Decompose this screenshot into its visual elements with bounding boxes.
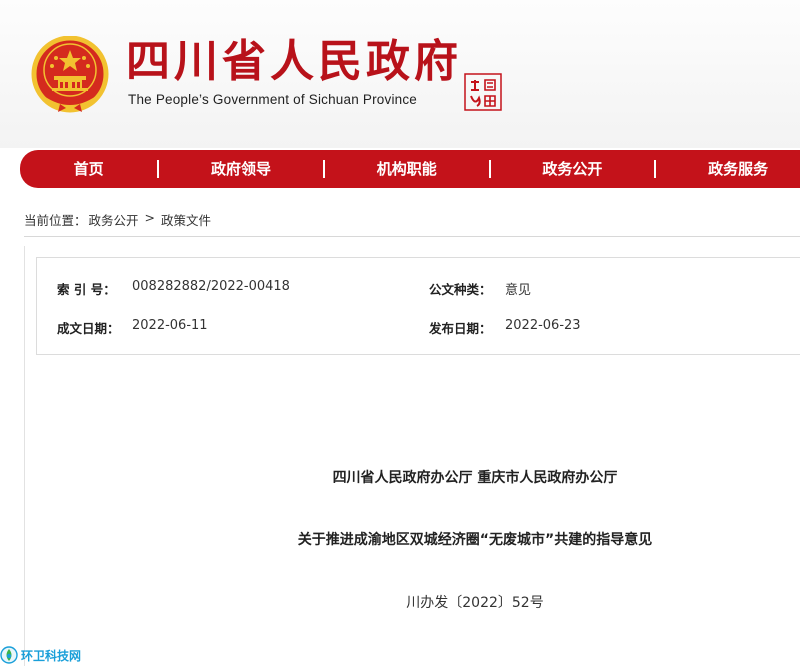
watermark-text: 环卫科技网 [21,648,82,663]
breadcrumb-link-policy-docs[interactable]: 政策文件 [161,210,211,229]
nav-item-leaders[interactable]: 政府领导 [159,150,323,188]
watermark-logo-icon [0,646,18,664]
meta-type-label: 公文种类： [429,282,492,297]
document-number: 川办发〔2022〕52号 [406,595,544,611]
meta-type-value: 意见 [505,283,532,298]
watermark: 环卫科技网 [0,644,81,666]
meta-index-label: 索 引 号： [57,282,116,297]
breadcrumb-link-public-affairs[interactable]: 政务公开 [89,210,139,229]
breadcrumb-prefix: 当前位置： [24,213,87,228]
site-subtitle: The People’s Government of Sichuan Provi… [128,92,418,107]
document-meta-box: 索 引 号： 008282882/2022-00418 公文种类： 意见 成文日… [36,257,800,355]
meta-created-value: 2022-06-11 [132,318,208,333]
divider [24,236,800,237]
document-issuer: 四川省人民政府办公厅 重庆市人民政府办公厅 [332,470,618,486]
meta-index-value: 008282882/2022-00418 [132,279,290,294]
meta-published-value: 2022-06-23 [505,318,581,333]
document-title: 关于推进成渝地区双城经济圈“无废城市”共建的指导意见 [297,532,653,548]
nav-item-services[interactable]: 政务服务 [656,150,800,188]
seal-logo-icon [464,73,502,111]
breadcrumb: 当前位置： 政务公开 > 政策文件 [24,210,211,229]
nav-item-institutions[interactable]: 机构职能 [325,150,489,188]
meta-published-label: 发布日期： [429,321,492,336]
breadcrumb-separator: > [144,210,156,225]
nav-item-home[interactable]: 首页 [20,150,157,188]
site-title: 四川省人民政府 [126,36,462,87]
nav-item-public-affairs[interactable]: 政务公开 [491,150,655,188]
meta-created-label: 成文日期： [57,321,120,336]
main-nav: 首页 政府领导 机构职能 政务公开 政务服务 [20,150,800,188]
national-emblem-icon[interactable] [30,36,110,114]
site-header: 四川省人民政府 The People’s Government of Sichu… [0,0,800,148]
